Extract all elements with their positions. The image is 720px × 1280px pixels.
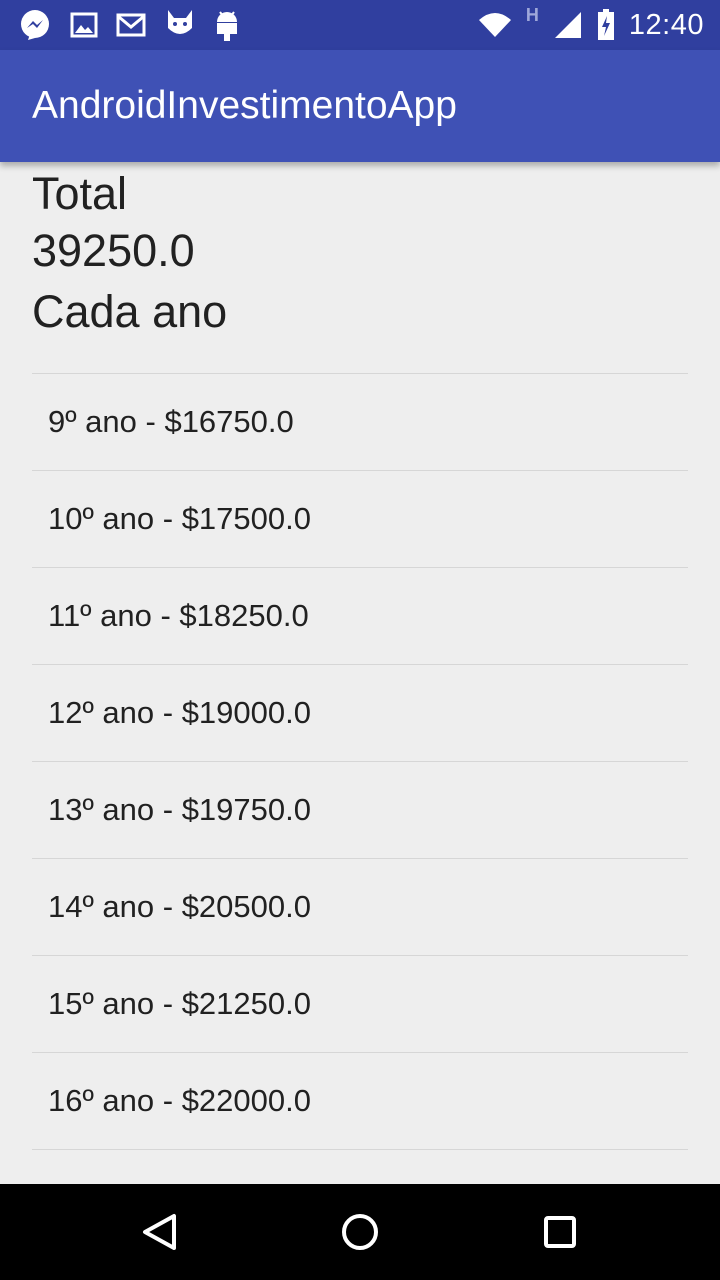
- status-bar: H 12:40: [0, 0, 720, 50]
- gmail-icon: [116, 11, 146, 39]
- cat-icon: [164, 8, 196, 42]
- list-item[interactable]: 11º ano - $18250.0: [32, 568, 688, 665]
- home-icon[interactable]: [336, 1208, 384, 1256]
- messenger-icon: [18, 8, 52, 42]
- app-title: AndroidInvestimentoApp: [32, 84, 457, 127]
- list-item[interactable]: 16º ano - $22000.0: [32, 1053, 688, 1150]
- list-item[interactable]: 10º ano - $17500.0: [32, 471, 688, 568]
- list-item[interactable]: 12º ano - $19000.0: [32, 665, 688, 762]
- signal-icon: [553, 10, 583, 40]
- navigation-bar: [0, 1184, 720, 1280]
- list-item[interactable]: 15º ano - $21250.0: [32, 956, 688, 1053]
- image-icon: [70, 11, 98, 39]
- total-value: 39250.0: [32, 225, 195, 276]
- status-time: 12:40: [628, 8, 704, 41]
- list-item[interactable]: 13º ano - $19750.0: [32, 762, 688, 859]
- list-item[interactable]: 9º ano - $16750.0: [32, 374, 688, 471]
- notification-icons: [18, 8, 240, 42]
- android-icon: [214, 8, 240, 42]
- main-content: Total 39250.0 Cada ano 9º ano - $16750.0…: [0, 162, 720, 1184]
- each-year-label: Cada ano: [32, 286, 228, 337]
- list-item[interactable]: 17º ano - $22750.0: [32, 1150, 688, 1184]
- wifi-icon: [478, 12, 512, 38]
- system-icons: H 12:40: [478, 0, 704, 50]
- back-icon[interactable]: [136, 1208, 184, 1256]
- yearly-list[interactable]: 9º ano - $16750.0 10º ano - $17500.0 11º…: [32, 373, 688, 1184]
- network-type-label: H: [525, 4, 539, 25]
- list-item[interactable]: 14º ano - $20500.0: [32, 859, 688, 956]
- app-bar: AndroidInvestimentoApp: [0, 50, 720, 162]
- battery-charging-icon: [597, 9, 615, 41]
- recents-icon[interactable]: [536, 1208, 584, 1256]
- total-label: Total: [32, 168, 128, 219]
